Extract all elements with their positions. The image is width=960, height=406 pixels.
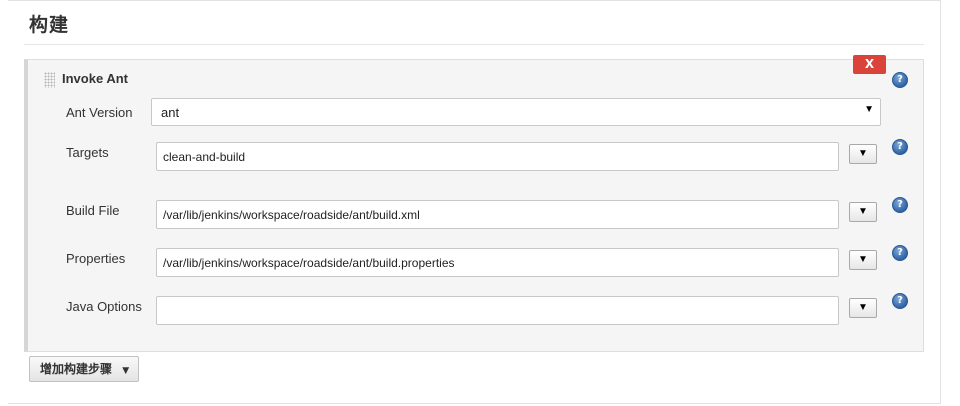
ant-version-select[interactable]: ant ▼ bbox=[151, 98, 881, 126]
build-file-label: Build File bbox=[66, 203, 120, 218]
ant-version-label: Ant Version bbox=[66, 105, 133, 120]
build-file-help-icon[interactable]: ? bbox=[892, 197, 908, 213]
section-title: 构建 bbox=[29, 14, 70, 36]
properties-label: Properties bbox=[66, 251, 126, 266]
step-help-icon[interactable]: ? bbox=[892, 72, 908, 88]
java-options-input[interactable] bbox=[156, 296, 839, 325]
java-options-label: Java Options bbox=[66, 299, 142, 314]
targets-input[interactable] bbox=[156, 142, 839, 171]
build-file-input[interactable] bbox=[156, 200, 839, 229]
ant-version-value: ant bbox=[161, 105, 180, 120]
java-options-expand-button[interactable]: ▼ bbox=[849, 298, 877, 318]
properties-expand-button[interactable]: ▼ bbox=[849, 250, 877, 270]
build-file-expand-button[interactable]: ▼ bbox=[849, 202, 877, 222]
properties-input[interactable] bbox=[156, 248, 839, 277]
step-title: Invoke Ant bbox=[62, 71, 128, 86]
delete-step-button[interactable]: X bbox=[853, 55, 886, 74]
add-build-step-label: 增加构建步骤 bbox=[40, 362, 113, 376]
dropdown-arrow-icon: ▼ bbox=[864, 104, 874, 115]
section-divider bbox=[24, 44, 924, 45]
add-build-step-button[interactable]: 增加构建步骤 ▼ bbox=[29, 356, 139, 382]
targets-label: Targets bbox=[66, 145, 109, 160]
java-options-help-icon[interactable]: ? bbox=[892, 293, 908, 309]
targets-expand-button[interactable]: ▼ bbox=[849, 144, 877, 164]
caret-down-icon: ▼ bbox=[122, 366, 130, 376]
drag-handle-icon[interactable] bbox=[44, 72, 55, 88]
targets-help-icon[interactable]: ? bbox=[892, 139, 908, 155]
properties-help-icon[interactable]: ? bbox=[892, 245, 908, 261]
